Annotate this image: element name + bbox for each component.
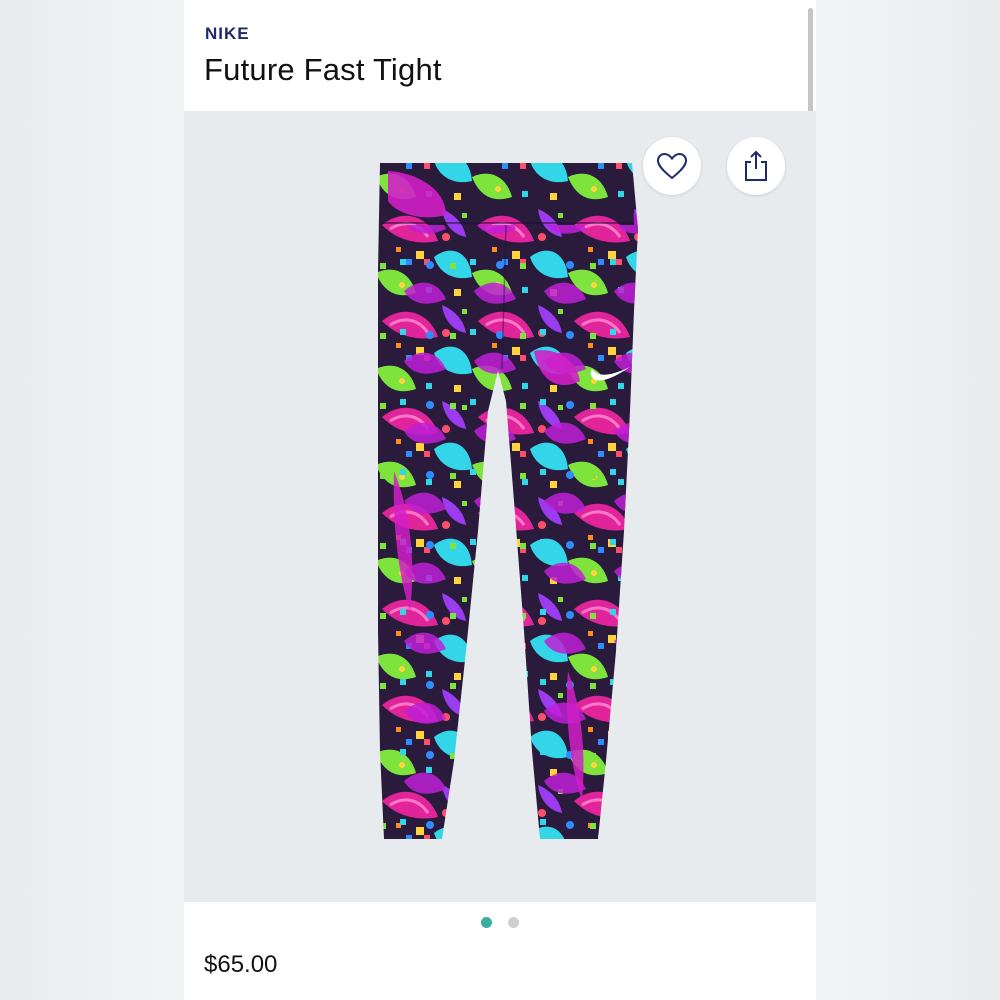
- heart-icon: [656, 152, 688, 180]
- pagination-dot[interactable]: [508, 917, 519, 928]
- share-icon: [745, 150, 767, 181]
- product-image-gallery[interactable]: [184, 111, 816, 902]
- gallery-pagination: [184, 902, 816, 942]
- printed-leggings-image: [378, 163, 638, 839]
- product-title: Future Fast Tight: [204, 52, 442, 87]
- screen-background: NIKE Future Fast Tight $65.00: [0, 0, 1000, 1000]
- share-button[interactable]: [727, 137, 785, 195]
- favorite-button[interactable]: [643, 137, 701, 195]
- brand-name[interactable]: NIKE: [205, 24, 250, 44]
- product-header: NIKE Future Fast Tight: [184, 0, 816, 111]
- pagination-dot-active[interactable]: [481, 917, 492, 928]
- product-page: NIKE Future Fast Tight $65.00: [184, 0, 816, 1000]
- product-price: $65.00: [204, 951, 278, 978]
